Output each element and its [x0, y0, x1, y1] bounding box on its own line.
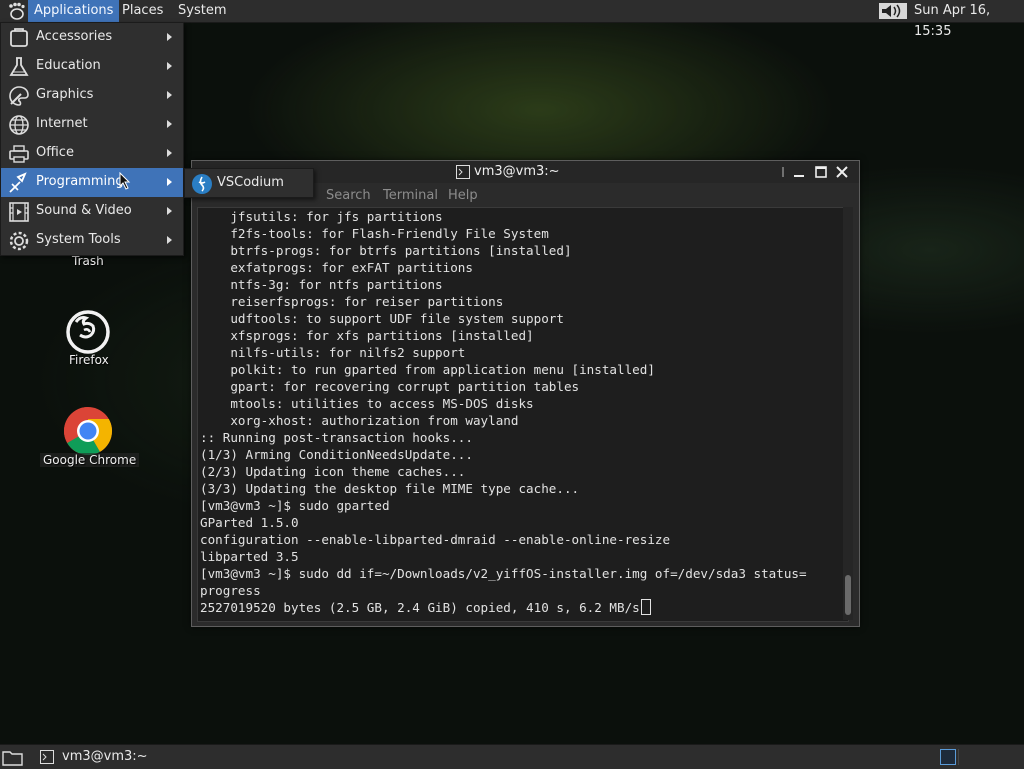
terminal-line: progress — [200, 583, 261, 598]
terminal-window: vm3@vm3:~ Search Terminal Help jfsutils:… — [191, 160, 860, 627]
terminal-line: reiserfsprogs: for reiser partitions — [230, 294, 504, 309]
submenu-arrow-icon — [167, 62, 172, 70]
taskbar-label: vm3@vm3:~ — [62, 749, 148, 764]
menu-item-system-tools[interactable]: System Tools — [1, 226, 183, 255]
terminal-line: xorg-xhost: authorization from wayland — [230, 413, 519, 428]
terminal-title: vm3@vm3:~ — [474, 164, 560, 179]
terminal-line: [vm3@vm3 ~]$ sudo gparted — [200, 498, 390, 513]
firefox-desktop-label[interactable]: Firefox — [69, 353, 109, 367]
terminal-cursor — [640, 599, 651, 615]
terminal-line: [vm3@vm3 ~]$ sudo dd if=~/Downloads/v2_y… — [200, 566, 807, 581]
menu-terminal[interactable]: Terminal — [383, 188, 438, 203]
menu-help[interactable]: Help — [448, 188, 478, 203]
submenu-arrow-icon — [167, 120, 172, 128]
close-icon[interactable] — [835, 165, 849, 179]
system-tools-gear-icon — [9, 231, 29, 251]
terminal-line: gpart: for recovering corrupt partition … — [230, 379, 580, 394]
terminal-line: GParted 1.5.0 — [200, 515, 299, 530]
terminal-line: (2/3) Updating icon theme caches... — [200, 464, 466, 479]
volume-icon[interactable] — [878, 2, 908, 20]
submenu-arrow-icon — [167, 207, 172, 215]
menu-item-label: Accessories — [36, 29, 113, 44]
menu-item-label: Programming — [36, 174, 124, 189]
maximize-icon[interactable] — [814, 165, 828, 179]
graphics-palette-icon — [9, 86, 29, 106]
submenu-arrow-icon — [167, 236, 172, 244]
vscodium-icon — [192, 174, 212, 194]
show-desktop-icon[interactable] — [2, 748, 24, 766]
terminal-line: btrfs-progs: for btrfs partitions [insta… — [230, 243, 572, 258]
top-panel: Applications Places System Sun Apr 16, 1… — [0, 0, 1024, 39]
workspace-1[interactable] — [940, 749, 956, 765]
terminal-line: udftools: to support UDF file system sup… — [230, 311, 564, 326]
trash-desktop-label[interactable]: Trash — [72, 254, 104, 268]
submenu-arrow-icon — [167, 149, 172, 157]
accessories-icon — [10, 28, 28, 47]
terminal-line: xfsprogs: for xfs partitions [installed] — [230, 328, 534, 343]
gnome-foot-icon[interactable] — [6, 2, 26, 20]
bottom-panel: vm3@vm3:~ — [0, 744, 1024, 769]
terminal-line: ntfs-3g: for ntfs partitions — [230, 277, 443, 292]
office-printer-icon — [9, 145, 29, 163]
scrollbar-thumb[interactable] — [845, 575, 851, 615]
menu-item-programming[interactable]: Programming — [1, 168, 183, 197]
terminal-line: nilfs-utils: for nilfs2 support — [230, 345, 466, 360]
menu-item-office[interactable]: Office — [1, 139, 183, 168]
terminal-icon — [40, 750, 54, 764]
menu-item-sound-video[interactable]: Sound & Video — [1, 197, 183, 226]
firefox-icon[interactable] — [64, 308, 112, 356]
terminal-line: (3/3) Updating the desktop file MIME typ… — [200, 481, 580, 496]
programming-submenu: VSCodium — [184, 168, 314, 198]
mouse-pointer-icon — [119, 172, 131, 190]
clock[interactable]: Sun Apr 16, 15:35 — [914, 0, 1024, 42]
terminal-last-line: 2527019520 bytes (2.5 GB, 2.4 GiB) copie… — [200, 600, 640, 615]
applications-menu[interactable]: Applications — [28, 0, 120, 22]
workspace-2[interactable] — [958, 749, 1021, 765]
internet-globe-icon — [9, 115, 29, 135]
system-menu[interactable]: System — [172, 0, 232, 22]
terminal-line: libparted 3.5 — [200, 549, 299, 564]
menu-item-internet[interactable]: Internet — [1, 110, 183, 139]
menu-item-graphics[interactable]: Graphics — [1, 81, 183, 110]
window-menu-icon[interactable] — [776, 165, 790, 179]
submenu-arrow-icon — [167, 33, 172, 41]
google-chrome-icon[interactable] — [63, 406, 113, 456]
google-chrome-desktop-label[interactable]: Google Chrome — [40, 453, 140, 467]
menu-item-label: System Tools — [36, 232, 121, 247]
terminal-output[interactable]: jfsutils: for jfs partitions f2fs-tools:… — [197, 207, 849, 622]
terminal-line: (1/3) Arming ConditionNeedsUpdate... — [200, 447, 473, 462]
menu-item-label: Education — [36, 58, 101, 73]
menu-item-accessories[interactable]: Accessories — [1, 23, 183, 52]
terminal-line: polkit: to run gparted from application … — [230, 362, 655, 377]
submenu-item-vscodium[interactable]: VSCodium — [185, 169, 313, 197]
menu-item-education[interactable]: Education — [1, 52, 183, 81]
submenu-arrow-icon — [167, 91, 172, 99]
taskbar-terminal-button[interactable]: vm3@vm3:~ — [36, 747, 166, 767]
minimize-icon[interactable] — [792, 165, 806, 179]
terminal-scrollbar[interactable] — [843, 207, 853, 620]
sound-video-icon — [9, 202, 29, 222]
applications-dropdown: Accessories Education Graphics Internet … — [0, 22, 184, 256]
terminal-line: mtools: utilities to access MS-DOS disks — [230, 396, 534, 411]
places-menu[interactable]: Places — [116, 0, 169, 22]
menu-item-label: Office — [36, 145, 74, 160]
terminal-line: exfatprogs: for exFAT partitions — [230, 260, 473, 275]
terminal-line: jfsutils: for jfs partitions — [230, 209, 443, 224]
menu-search[interactable]: Search — [326, 188, 371, 203]
education-flask-icon — [9, 57, 29, 76]
programming-icon — [9, 172, 27, 193]
terminal-line: configuration --enable-libparted-dmraid … — [200, 532, 671, 547]
submenu-arrow-icon — [167, 178, 172, 186]
menu-item-label: Sound & Video — [36, 203, 132, 218]
terminal-text: jfsutils: for jfs partitions f2fs-tools:… — [200, 208, 807, 616]
submenu-item-label: VSCodium — [217, 175, 284, 190]
terminal-line: :: Running post-transaction hooks... — [200, 430, 473, 445]
menu-item-label: Graphics — [36, 87, 94, 102]
terminal-line: f2fs-tools: for Flash-Friendly File Syst… — [230, 226, 549, 241]
terminal-icon — [456, 165, 470, 179]
menu-item-label: Internet — [36, 116, 88, 131]
